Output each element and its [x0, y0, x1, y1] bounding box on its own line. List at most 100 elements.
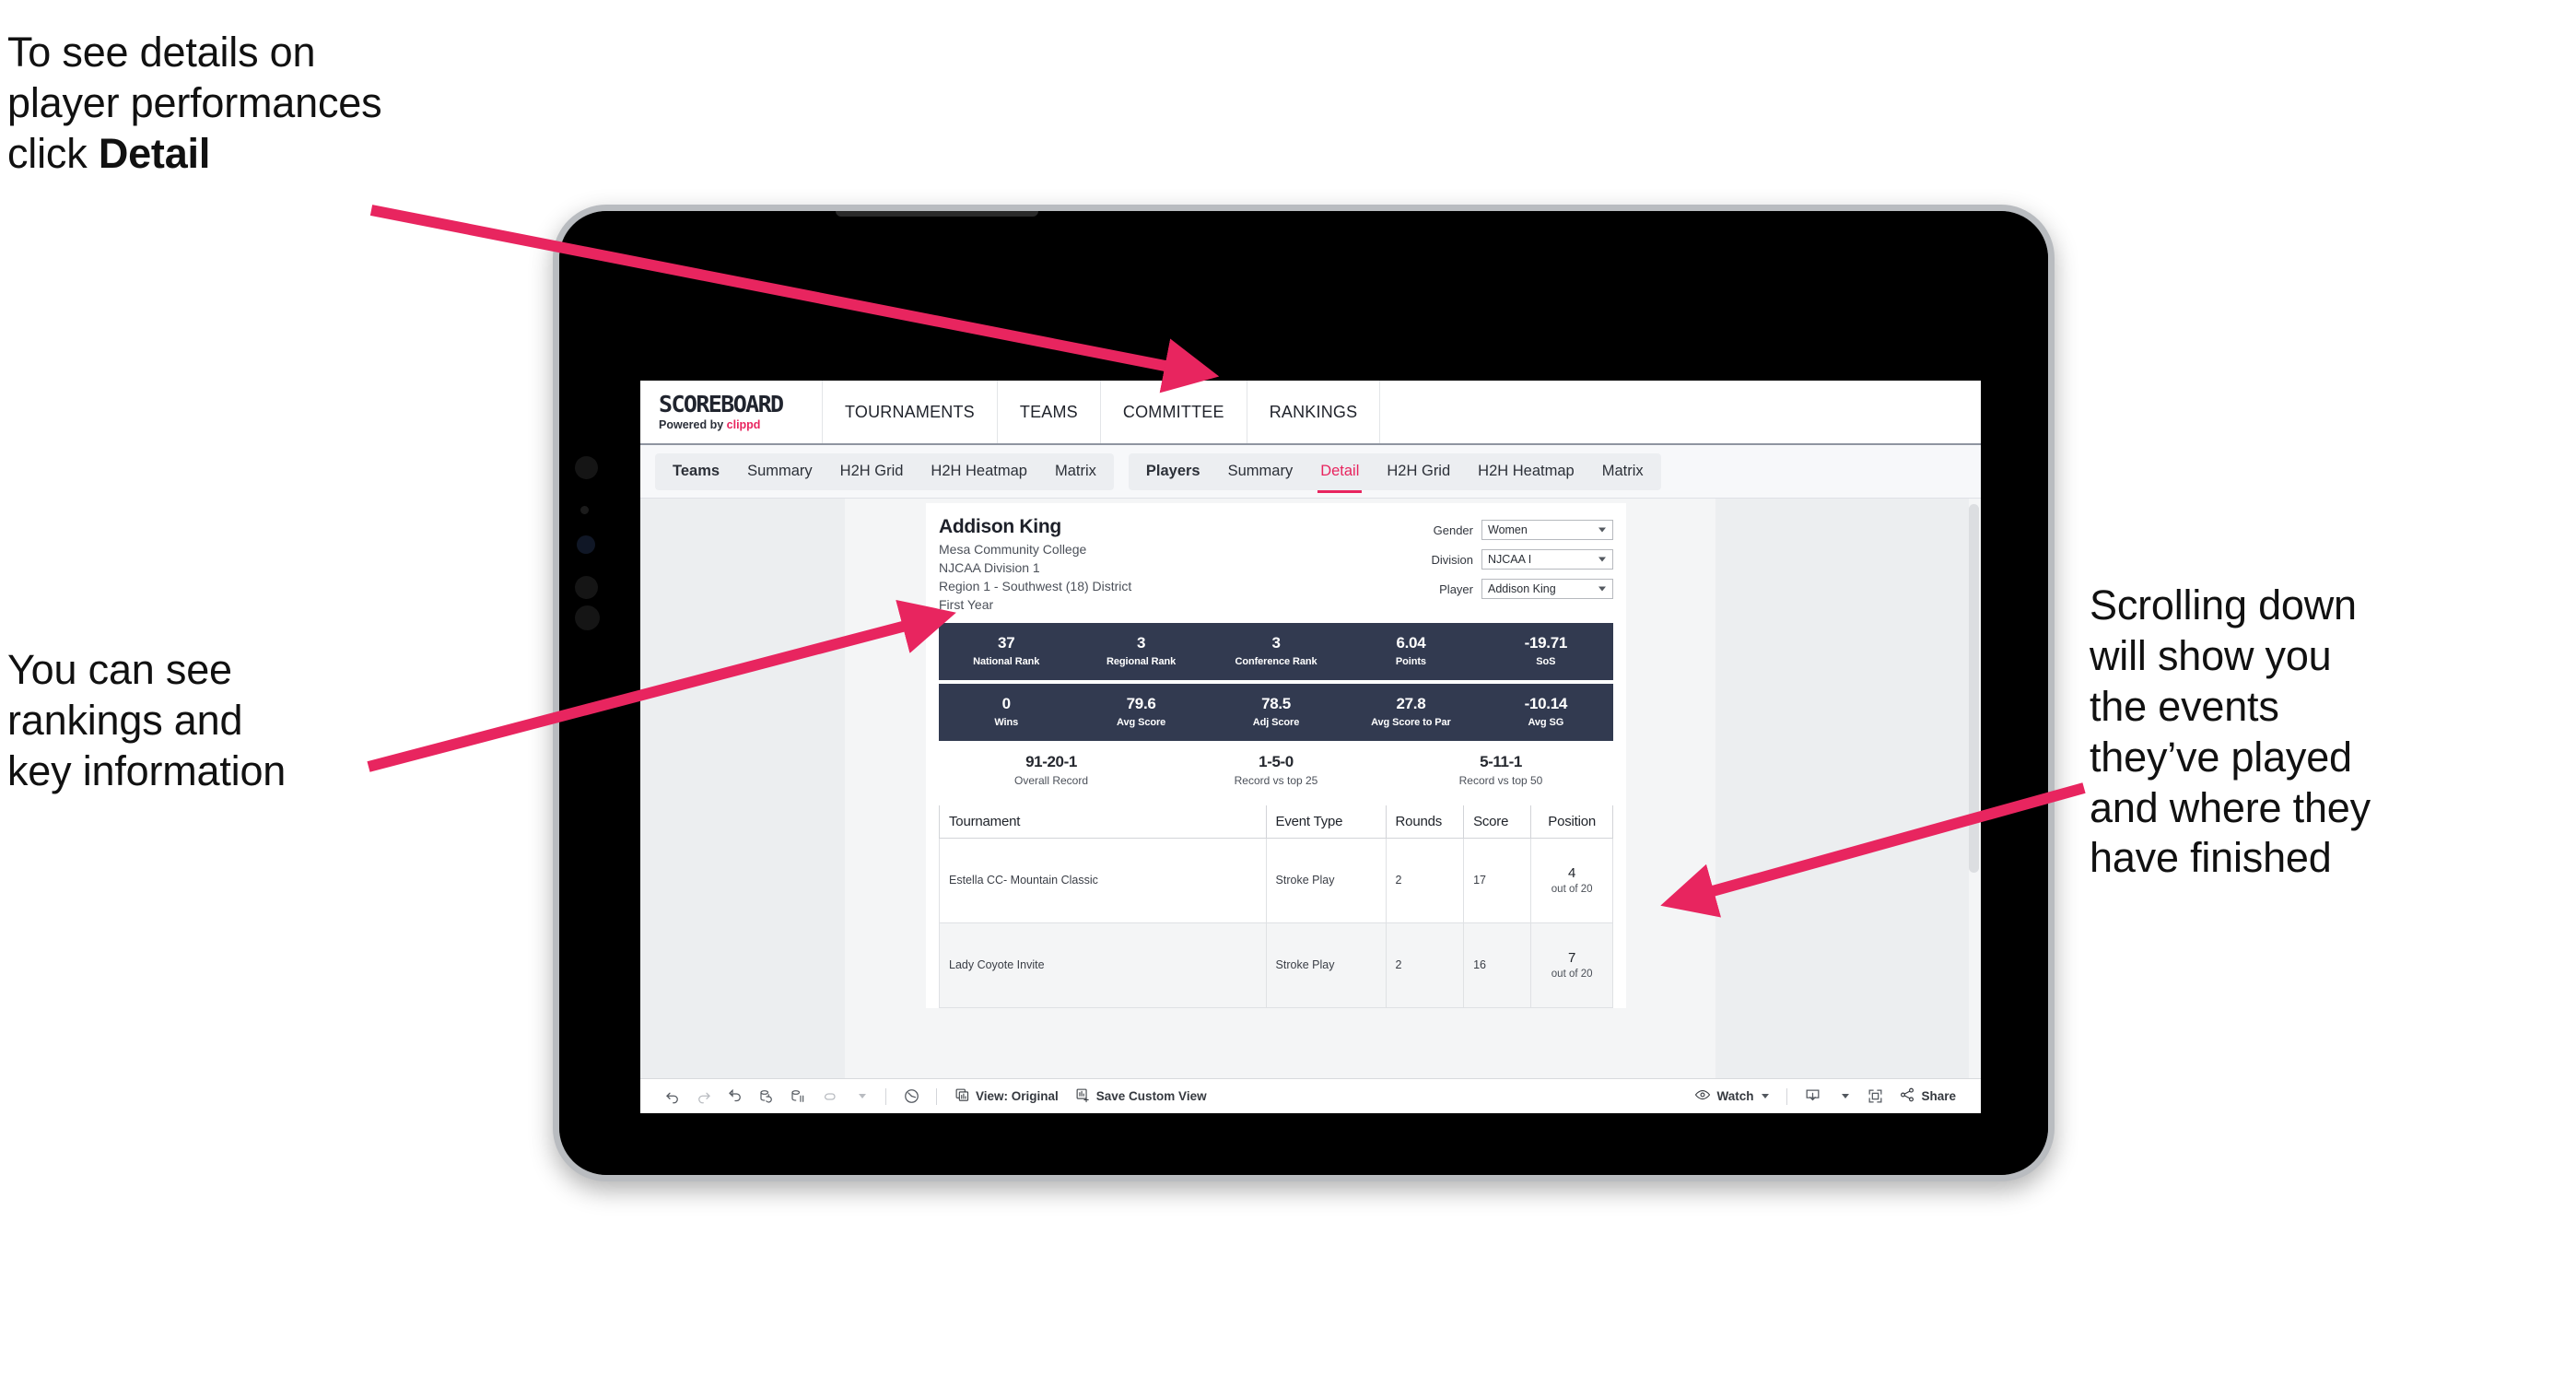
position-field-size: out of 20 — [1551, 969, 1593, 980]
workbook-toolbar: View: Original Save Custom View Watch Sh… — [640, 1078, 1981, 1113]
player-division: NJCAA Division 1 — [939, 559, 1040, 575]
cell-rounds: 2 — [1385, 922, 1465, 1008]
position-value: 7 — [1567, 950, 1576, 966]
filter-gender-label: Gender — [1433, 523, 1473, 537]
table-row[interactable]: Lady Coyote Invite Stroke Play 2 16 7 ou… — [939, 922, 1613, 1008]
pause-auto-updates-icon[interactable] — [782, 1083, 814, 1110]
record-value: 1-5-0 — [1259, 753, 1294, 771]
device-speaker — [836, 211, 1038, 217]
toolbar-divider — [1786, 1087, 1788, 1105]
column-header-position[interactable]: Position — [1530, 805, 1613, 839]
save-custom-view-button[interactable]: Save Custom View — [1067, 1083, 1215, 1110]
tablet-screen-bezel: SCOREBOARD Powered by clippd TOURNAMENTS… — [559, 211, 2048, 1175]
player-identity: Addison King Mesa Community College NJCA… — [939, 516, 1131, 615]
tab-players-h2h-grid[interactable]: H2H Grid — [1373, 453, 1464, 490]
annotation-detail: To see details on player performances cl… — [7, 28, 597, 180]
column-header-event-type[interactable]: Event Type — [1265, 805, 1387, 839]
cell-tournament: Lady Coyote Invite — [939, 922, 1267, 1008]
secondary-tab-strip: Teams Summary H2H Grid H2H Heatmap Matri… — [640, 445, 1981, 499]
tab-teams-h2h-grid[interactable]: H2H Grid — [826, 453, 918, 490]
tournament-results-table: Tournament Event Type Rounds Score Posit… — [939, 805, 1613, 1008]
share-label: Share — [1921, 1089, 1956, 1103]
eye-icon — [1694, 1086, 1711, 1106]
kpi-value: 0 — [1001, 695, 1011, 713]
redo-icon — [688, 1083, 720, 1110]
camera-lens-icon — [577, 535, 595, 554]
tab-players-h2h-heatmap[interactable]: H2H Heatmap — [1464, 453, 1588, 490]
chevron-down-icon — [1598, 586, 1606, 592]
toolbar-divider — [885, 1087, 886, 1105]
view-original-button[interactable]: View: Original — [946, 1083, 1067, 1110]
nav-item-committee[interactable]: COMMITTEE — [1101, 381, 1247, 443]
share-button[interactable]: Share — [1891, 1083, 1964, 1110]
kpi-label: Avg SG — [1528, 716, 1564, 728]
column-header-score[interactable]: Score — [1463, 805, 1532, 839]
pause-refresh-gauge-icon[interactable] — [896, 1083, 927, 1110]
revert-icon[interactable] — [720, 1083, 751, 1110]
cell-position: 7 out of 20 — [1530, 922, 1613, 1008]
kpi-value: -19.71 — [1524, 634, 1568, 652]
chevron-down-icon — [1598, 557, 1606, 562]
download-icon[interactable] — [1797, 1083, 1828, 1110]
nav-item-rankings[interactable]: RANKINGS — [1247, 381, 1381, 443]
tab-players[interactable]: Players — [1132, 453, 1214, 490]
tab-teams[interactable]: Teams — [659, 453, 733, 490]
sheet-background: Addison King Mesa Community College NJCA… — [845, 499, 1715, 1078]
record-overall: 91-20-1 Overall Record — [939, 753, 1164, 787]
app-viewport: SCOREBOARD Powered by clippd TOURNAMENTS… — [640, 381, 1981, 1113]
camera-icon — [575, 456, 598, 479]
record-vs-top-25: 1-5-0 Record vs top 25 — [1164, 753, 1388, 787]
nav-item-teams[interactable]: TEAMS — [998, 381, 1101, 443]
filter-gender-value: Women — [1488, 523, 1528, 536]
refresh-data-icon[interactable] — [751, 1083, 782, 1110]
filter-player-select[interactable]: Addison King — [1481, 579, 1613, 599]
tab-group-teams: Teams Summary H2H Grid H2H Heatmap Matri… — [655, 452, 1114, 490]
fullscreen-icon[interactable] — [1859, 1083, 1891, 1110]
chevron-down-icon — [1762, 1094, 1770, 1098]
tab-players-summary[interactable]: Summary — [1214, 453, 1307, 490]
kpi-value: 3 — [1137, 634, 1146, 652]
kpi-label: Avg Score to Par — [1371, 716, 1451, 728]
kpi-value: 6.04 — [1396, 634, 1426, 652]
cell-score: 16 — [1463, 922, 1532, 1008]
logo-title: SCOREBOARD — [659, 391, 784, 417]
kpi-label: SoS — [1536, 655, 1556, 667]
nav-item-tournaments[interactable]: TOURNAMENTS — [823, 381, 998, 443]
column-header-rounds[interactable]: Rounds — [1385, 805, 1465, 839]
cell-position: 4 out of 20 — [1530, 837, 1613, 923]
player-name: Addison King — [939, 516, 1061, 537]
position-field-size: out of 20 — [1551, 884, 1593, 895]
kpi-points: 6.04 Points — [1343, 634, 1478, 666]
table-row[interactable]: Estella CC- Mountain Classic Stroke Play… — [939, 837, 1613, 923]
player-detail-sheet: Addison King Mesa Community College NJCA… — [926, 503, 1626, 1008]
filter-division: Division NJCAA I — [1431, 549, 1613, 570]
tab-teams-matrix[interactable]: Matrix — [1041, 453, 1110, 490]
chevron-down-icon[interactable] — [1828, 1083, 1859, 1110]
record-value: 91-20-1 — [1025, 753, 1077, 771]
vertical-scrollbar[interactable] — [1969, 499, 1981, 1078]
tab-players-detail[interactable]: Detail — [1306, 453, 1373, 493]
filter-gender-select[interactable]: Women — [1481, 520, 1613, 540]
chevron-down-icon[interactable] — [845, 1083, 876, 1110]
kpi-label: Regional Rank — [1107, 655, 1177, 667]
filter-player: Player Addison King — [1431, 579, 1613, 599]
undo-icon[interactable] — [657, 1083, 688, 1110]
tab-teams-summary[interactable]: Summary — [733, 453, 826, 490]
scrollbar-thumb[interactable] — [1969, 504, 1979, 873]
annotation-detail-bold: Detail — [98, 129, 211, 177]
kpi-national-rank: 37 National Rank — [939, 634, 1073, 666]
watch-button[interactable]: Watch — [1686, 1083, 1777, 1110]
column-header-tournament[interactable]: Tournament — [939, 805, 1267, 839]
kpi-conference-rank: 3 Conference Rank — [1209, 634, 1343, 666]
record-vs-top-50: 5-11-1 Record vs top 50 — [1388, 753, 1613, 787]
tab-teams-h2h-heatmap[interactable]: H2H Heatmap — [917, 453, 1041, 490]
watch-label: Watch — [1716, 1089, 1754, 1103]
kpi-value: 27.8 — [1396, 695, 1426, 713]
annotation-rankings: You can see rankings and key information — [7, 646, 287, 794]
kpi-avg-sg: -10.14 Avg SG — [1479, 695, 1613, 728]
kpi-value: 37 — [998, 634, 1015, 652]
kpi-sos: -19.71 SoS — [1479, 634, 1613, 667]
app-logo[interactable]: SCOREBOARD Powered by clippd — [640, 381, 823, 443]
filter-division-select[interactable]: NJCAA I — [1481, 549, 1613, 570]
tab-players-matrix[interactable]: Matrix — [1588, 453, 1657, 490]
